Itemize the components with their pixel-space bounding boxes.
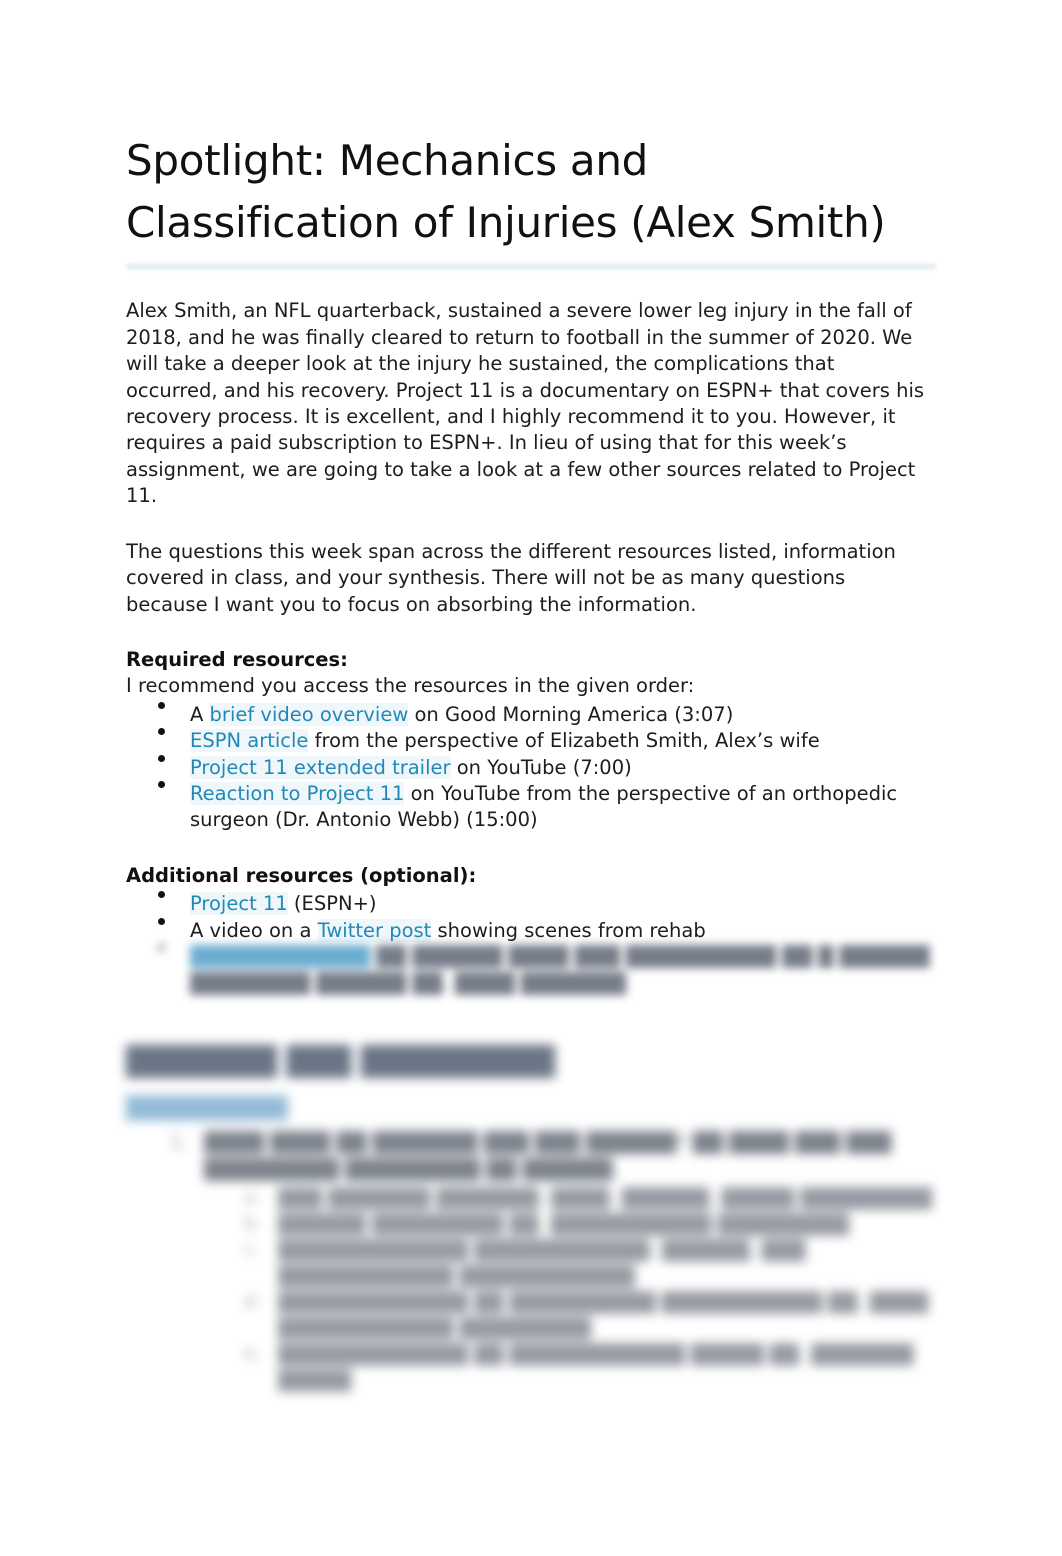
resource-link[interactable]: Twitter post [317, 918, 432, 942]
question-text: ████ ████ ██ ███████ ███ ███ ██████? ██ … [204, 1131, 892, 1181]
item-suffix: showing scenes from rehab [431, 918, 706, 942]
bullet-icon [158, 917, 165, 925]
subquestion-text: █████████████ ██ ██████████ ███████████ … [278, 1292, 928, 1341]
list-marker: c. [244, 1239, 260, 1261]
document-page: Spotlight: Mechanics and Classification … [0, 0, 1062, 1556]
item-suffix: (ESPN+) [287, 892, 377, 916]
resource-link[interactable]: Project 11 extended trailer [190, 755, 451, 779]
list-marker: 1. [170, 1131, 189, 1154]
item-prefix: A [190, 702, 210, 726]
resource-link[interactable]: Reaction to Project 11 [190, 782, 405, 806]
list-item: 1. ████ ████ ██ ███████ ███ ███ ██████? █… [126, 1130, 932, 1394]
resource-link[interactable]: ESPN article [190, 729, 309, 753]
item-suffix: on Good Morning America (3:07) [408, 702, 734, 726]
subquestion-text: █████████████ ████████████: ██████, ███ … [278, 1240, 806, 1289]
required-resources-lead: I recommend you access the resources in … [126, 674, 695, 698]
additional-resources-heading: Additional resources (optional): [126, 863, 477, 887]
list-item: a. ███ ███████ ███████: ████, ██████, ███… [204, 1186, 932, 1212]
bullet-icon [158, 754, 165, 762]
bullet-icon [158, 891, 165, 899]
item-suffix: on YouTube (7:00) [450, 755, 632, 779]
intro-paragraph: Alex Smith, an NFL quarterback, sustaine… [126, 299, 925, 508]
page-title: Spotlight: Mechanics and Classification … [126, 136, 886, 248]
outline-question-list: 1. ████ ████ ██ ███████ ███ ███ ██████? █… [126, 1130, 932, 1394]
title-horizontal-rule [126, 262, 936, 272]
resource-link[interactable]: brief video overview [209, 702, 409, 726]
item-suffix: from the perspective of Elizabeth Smith,… [308, 729, 820, 753]
bullet-icon [158, 701, 165, 709]
required-resources-list: A brief video overview on Good Morning A… [126, 701, 932, 834]
questions-note-paragraph: The questions this week span across the … [126, 539, 896, 616]
additional-resources-list: Project 11 (ESPN+) A video on a Twitter … [126, 891, 932, 944]
subquestion-text: █████████████ ██ ████████████ █████ ██. … [278, 1344, 914, 1393]
bullet-icon [158, 944, 165, 952]
list-item: b. ██████ █████████ ██. ███████████ █████… [204, 1212, 932, 1238]
bullet-icon [158, 781, 165, 789]
outline-heading: ███████ ███ █████████ [126, 1045, 555, 1079]
list-marker: e. [244, 1343, 261, 1365]
outline-subquestion-list: a. ███ ███████ ███████: ████, ██████, ███… [204, 1186, 932, 1394]
bullet-icon [158, 728, 165, 736]
list-item: d. █████████████ ██ ██████████ ██████████… [204, 1290, 932, 1342]
outline-subheading: ██████████ [126, 1094, 288, 1123]
list-item: Project 11 extended trailer on YouTube (… [126, 754, 932, 781]
list-item: Reaction to Project 11 on YouTube from t… [126, 781, 932, 834]
list-marker: a. [244, 1187, 261, 1209]
resource-link[interactable]: ████████████ [190, 945, 370, 969]
list-item: ESPN article from the perspective of Eli… [126, 728, 932, 754]
item-prefix: A video on a [190, 918, 318, 942]
list-item: ████████████ ██ ██████ ████ ███ ████████… [126, 944, 932, 997]
required-resources-heading: Required resources: [126, 647, 348, 671]
list-item: A brief video overview on Good Morning A… [126, 701, 932, 728]
subquestion-text: ██████ █████████ ██. ███████████ ███████… [278, 1214, 849, 1237]
obscured-additional-resource-item: ████████████ ██ ██████ ████ ███ ████████… [126, 944, 932, 997]
list-item: c. █████████████ ████████████: ██████, ██… [204, 1238, 932, 1290]
document-content: Spotlight: Mechanics and Classification … [126, 130, 936, 1394]
subquestion-text: ███ ███████ ███████: ████, ██████, █████… [278, 1188, 932, 1211]
resource-link[interactable]: Project 11 [190, 892, 288, 916]
list-marker: b. [244, 1213, 262, 1235]
list-item: A video on a Twitter post showing scenes… [126, 917, 932, 944]
list-item: Project 11 (ESPN+) [126, 891, 932, 917]
obscured-outline-section: ███████ ███ █████████ ██████████ 1. ████ … [126, 1043, 932, 1394]
list-item: e. █████████████ ██ ████████████ █████ ██… [204, 1342, 932, 1394]
list-marker: d. [244, 1291, 262, 1313]
